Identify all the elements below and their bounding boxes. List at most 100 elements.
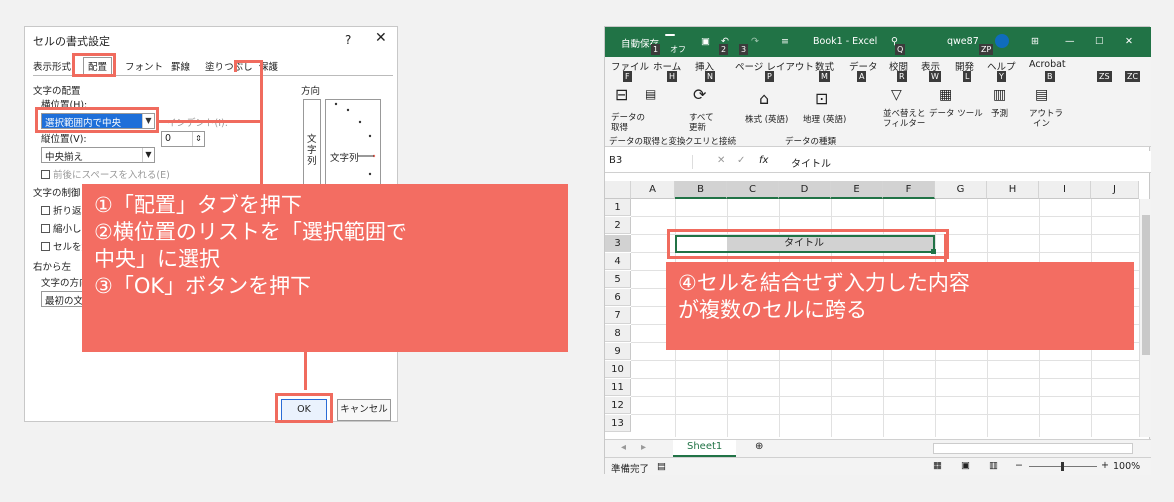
forecast-icon[interactable]: ▥ [993, 87, 1006, 103]
row-header[interactable]: 11 [605, 379, 631, 396]
stocks-button[interactable]: 株式 (英語) [745, 113, 788, 125]
column-header[interactable]: B [675, 181, 727, 199]
data-tools-icon[interactable]: ▦ [939, 87, 952, 103]
geography-button[interactable]: 地理 (英語) [803, 113, 846, 125]
sheet-tab[interactable]: Sheet1 [673, 440, 737, 457]
outline-button-2[interactable]: イン [1033, 117, 1050, 129]
row-header[interactable]: 1 [605, 199, 631, 216]
instruction-line-3: 中央」に選択 [94, 247, 220, 271]
row-header[interactable]: 7 [605, 307, 631, 324]
column-header[interactable]: G [935, 181, 987, 199]
macro-record-icon[interactable]: ▤ [657, 461, 666, 472]
minimize-icon[interactable]: — [1065, 36, 1075, 47]
connector-line [944, 234, 947, 264]
column-header[interactable]: D [779, 181, 831, 199]
grid-line [631, 216, 1139, 217]
row-header[interactable]: 13 [605, 415, 631, 432]
row-header[interactable]: 12 [605, 397, 631, 414]
prev-sheet-icon[interactable]: ◂ [621, 442, 626, 453]
indent-stepper[interactable]: 0 ⇕ [161, 131, 205, 147]
checkbox-icon [41, 170, 50, 179]
from-text-icon[interactable]: ▤ [645, 87, 656, 101]
zoom-slider-thumb[interactable] [1061, 462, 1064, 471]
distributed-checkbox[interactable]: 前後にスペースを入れる(E) [41, 167, 170, 181]
dialog-title: セルの書式設定 [33, 35, 110, 48]
row-header[interactable]: 10 [605, 361, 631, 378]
grid-line [631, 414, 1139, 415]
confirm-formula-icon[interactable]: ✓ [737, 155, 745, 166]
zoom-level[interactable]: 100% [1113, 461, 1140, 472]
row-header[interactable]: 3 [605, 235, 631, 252]
get-data-button-2[interactable]: 取得 [611, 121, 628, 133]
add-sheet-button[interactable]: ⊕ [755, 441, 763, 452]
vertical-scrollbar[interactable] [1139, 199, 1151, 437]
tab-font[interactable]: フォント [125, 59, 163, 73]
normal-view-icon[interactable]: ▦ [933, 460, 942, 471]
column-header[interactable]: A [631, 181, 675, 199]
keytip: B [1045, 71, 1055, 82]
filter-icon[interactable]: ▽ [891, 87, 902, 103]
column-header[interactable]: H [987, 181, 1039, 199]
sort-filter-button-2[interactable]: フィルター [883, 117, 925, 129]
vertical-text-box[interactable]: 文 字 列 [303, 99, 321, 189]
vertical-select[interactable]: 中央揃え ▼ [41, 147, 155, 163]
outline-icon[interactable]: ▤ [1035, 87, 1048, 103]
refresh-all-button-2[interactable]: 更新 [689, 121, 706, 133]
forecast-button[interactable]: 予測 [991, 107, 1008, 119]
name-box[interactable]: B3 [609, 155, 693, 169]
close-button[interactable]: ✕ [375, 30, 387, 46]
row-header[interactable]: 4 [605, 253, 631, 270]
highlight-ok-button [275, 393, 333, 423]
get-data-icon[interactable]: ⊟ [615, 85, 628, 104]
select-all[interactable] [605, 181, 631, 199]
save-icon[interactable]: ▣ [701, 36, 710, 47]
page-break-icon[interactable]: ▥ [989, 460, 998, 471]
row-header[interactable]: 5 [605, 271, 631, 288]
data-tools-button[interactable]: データ ツール [929, 107, 983, 119]
page-layout-icon[interactable]: ▣ [961, 460, 970, 471]
cancel-button[interactable]: キャンセル [337, 399, 391, 421]
avatar[interactable] [995, 34, 1009, 48]
ribbon-display-icon[interactable]: ⊞ [1031, 36, 1039, 47]
column-header[interactable]: F [883, 181, 935, 199]
next-sheet-icon[interactable]: ▸ [641, 442, 646, 453]
zoom-in-icon[interactable]: + [1101, 460, 1109, 471]
tab-acrobat[interactable]: Acrobat [1029, 59, 1066, 70]
window-title: Book1 - Excel [813, 36, 878, 47]
column-header[interactable]: I [1039, 181, 1091, 199]
highlight-horizontal-select [35, 107, 159, 133]
map-icon[interactable]: ⊡ [815, 89, 828, 108]
redo-icon[interactable]: ↷ [751, 36, 759, 47]
orientation-dial[interactable]: 文字列 [325, 99, 381, 189]
formula-input[interactable]: タイトル [791, 155, 831, 170]
connector-line [234, 60, 262, 63]
text-control-heading: 文字の制御 [33, 188, 81, 199]
column-header[interactable]: E [831, 181, 883, 199]
zoom-out-icon[interactable]: − [1015, 460, 1023, 471]
column-header[interactable]: J [1091, 181, 1139, 199]
autosave-toggle[interactable]: オフ [665, 34, 686, 54]
row-header[interactable]: 8 [605, 325, 631, 342]
tab-number[interactable]: 表示形式 [33, 59, 71, 73]
status-bar: 準備完了 ▤ ▦ ▣ ▥ − + 100% [605, 457, 1151, 475]
keytip: ZP [979, 44, 994, 55]
cancel-formula-icon[interactable]: ✕ [717, 155, 725, 166]
row-header[interactable]: 2 [605, 217, 631, 234]
row-header[interactable]: 9 [605, 343, 631, 360]
insert-function-button[interactable]: fx [759, 155, 768, 166]
refresh-icon[interactable]: ⟳ [693, 85, 706, 104]
close-window-icon[interactable]: ✕ [1125, 36, 1133, 47]
tab-border[interactable]: 罫線 [171, 59, 190, 73]
customize-icon[interactable]: ≡ [781, 36, 789, 47]
maximize-icon[interactable]: ☐ [1095, 36, 1104, 47]
tab-page-layout[interactable]: ページ レイアウト [735, 59, 814, 73]
instruction-line-1: ①「配置」タブを押下 [94, 193, 302, 217]
scrollbar-thumb[interactable] [1142, 215, 1150, 355]
stocks-icon[interactable]: ⌂ [759, 89, 769, 108]
help-button[interactable]: ? [345, 33, 351, 47]
grid-line [631, 378, 1139, 379]
horizontal-scrollbar[interactable] [933, 443, 1133, 454]
row-header[interactable]: 6 [605, 289, 631, 306]
column-header[interactable]: C [727, 181, 779, 199]
keytip: Q [895, 44, 906, 55]
